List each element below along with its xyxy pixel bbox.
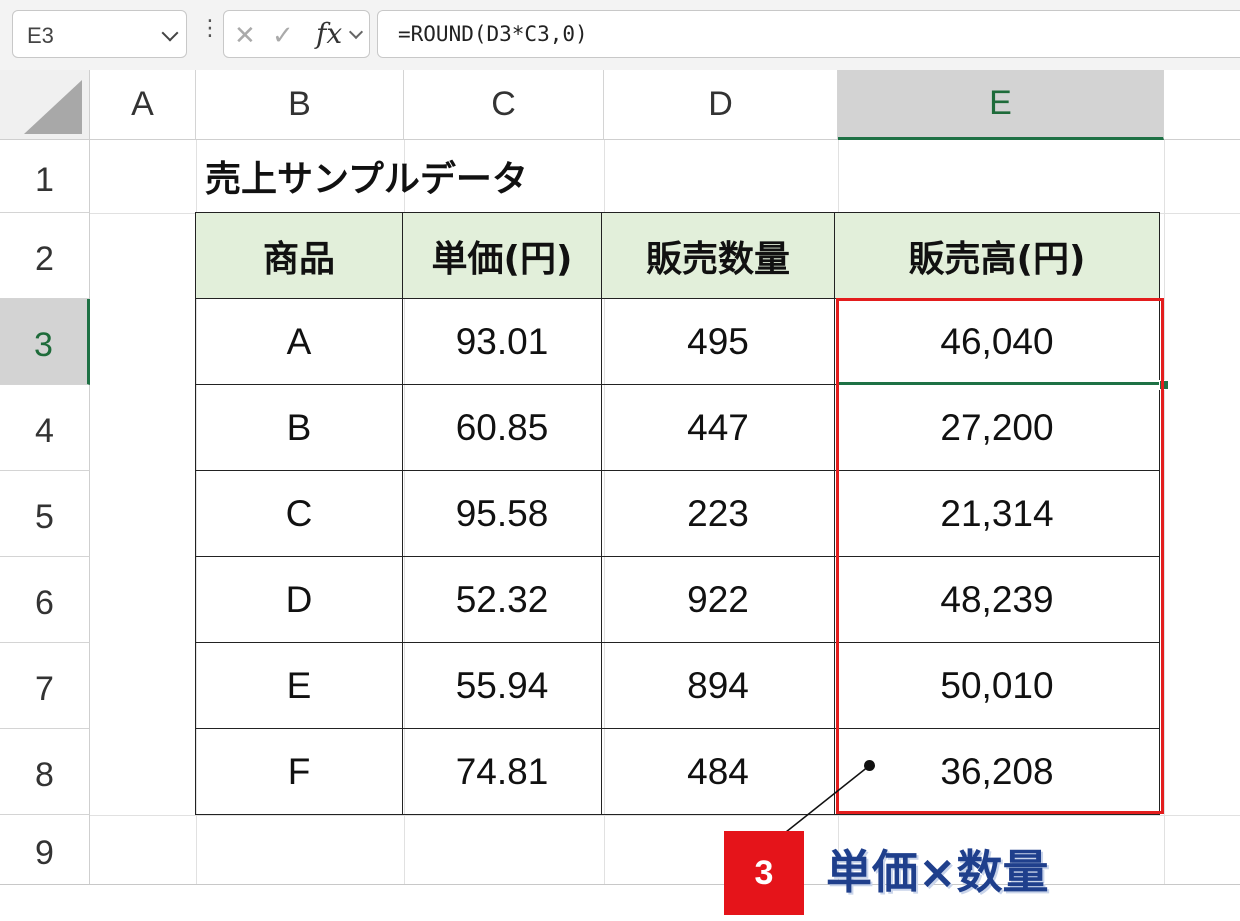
row-header-3[interactable]: 3 <box>0 299 90 385</box>
gridline <box>90 815 1240 816</box>
table-cell[interactable]: A <box>195 298 403 385</box>
step-badge: 3 <box>724 831 804 915</box>
row-header-6[interactable]: 6 <box>0 557 90 643</box>
table-cell[interactable]: 95.58 <box>402 470 602 557</box>
table-cell[interactable]: 52.32 <box>402 556 602 643</box>
formula-text: =ROUND(D3*C3,0) <box>398 22 588 46</box>
column-header-b[interactable]: B <box>196 70 404 140</box>
column-header-blank[interactable] <box>1164 70 1240 140</box>
row-header-2[interactable]: 2 <box>0 213 90 299</box>
row-header-9[interactable]: 9 <box>0 815 90 885</box>
header-cell-unit-price[interactable]: 単価(円) <box>402 212 602 299</box>
formula-input[interactable]: =ROUND(D3*C3,0) <box>377 10 1240 58</box>
table-cell[interactable]: 93.01 <box>402 298 602 385</box>
cancel-icon[interactable]: ✕ <box>234 21 256 51</box>
column-header-a[interactable]: A <box>90 70 196 140</box>
table-cell[interactable]: 922 <box>601 556 835 643</box>
table-cell[interactable]: 894 <box>601 642 835 729</box>
header-cell-sales[interactable]: 販売高(円) <box>834 212 1160 299</box>
row-header-4[interactable]: 4 <box>0 385 90 471</box>
check-icon[interactable]: ✓ <box>272 21 294 51</box>
column-header-c[interactable]: C <box>404 70 604 140</box>
formula-controls: ✕ ✓ fx <box>223 10 370 58</box>
table-cell[interactable]: D <box>195 556 403 643</box>
row-header-5[interactable]: 5 <box>0 471 90 557</box>
row-header-8[interactable]: 8 <box>0 729 90 815</box>
name-box[interactable]: E3 <box>12 10 187 58</box>
table-cell[interactable]: C <box>195 470 403 557</box>
chevron-down-icon[interactable] <box>161 24 179 42</box>
row-header-1[interactable]: 1 <box>0 140 90 213</box>
row-header-7[interactable]: 7 <box>0 643 90 729</box>
table-header-row: 商品 単価(円) 販売数量 販売高(円) <box>195 212 1160 299</box>
more-options-icon[interactable]: ⋮ <box>199 18 221 40</box>
header-cell-product[interactable]: 商品 <box>195 212 403 299</box>
header-cell-quantity[interactable]: 販売数量 <box>601 212 835 299</box>
table-cell[interactable]: E <box>195 642 403 729</box>
table-cell[interactable]: 447 <box>601 384 835 471</box>
sheet-bottom-border <box>0 884 1240 885</box>
column-header-e[interactable]: E <box>838 70 1164 140</box>
column-header-d[interactable]: D <box>604 70 838 140</box>
table-cell[interactable]: B <box>195 384 403 471</box>
insert-function-icon[interactable]: fx <box>316 17 342 50</box>
sheet-title[interactable]: 売上サンプルデータ <box>205 150 528 202</box>
gridline <box>1164 140 1165 885</box>
name-box-value: E3 <box>27 23 54 48</box>
table-cell[interactable]: 55.94 <box>402 642 602 729</box>
table-cell[interactable]: 484 <box>601 728 835 815</box>
highlight-box <box>836 298 1164 814</box>
table-cell[interactable]: F <box>195 728 403 815</box>
select-all-button[interactable] <box>0 70 90 140</box>
table-cell[interactable]: 60.85 <box>402 384 602 471</box>
formula-bar: E3 ⋮ ✕ ✓ fx =ROUND(D3*C3,0) <box>0 0 1240 71</box>
chevron-down-icon[interactable] <box>348 24 364 40</box>
table-cell[interactable]: 74.81 <box>402 728 602 815</box>
callout-label: 単価×数量 <box>826 845 1049 899</box>
select-all-icon <box>24 80 82 134</box>
table-cell[interactable]: 495 <box>601 298 835 385</box>
table-cell[interactable]: 223 <box>601 470 835 557</box>
callout-dot <box>864 760 875 771</box>
